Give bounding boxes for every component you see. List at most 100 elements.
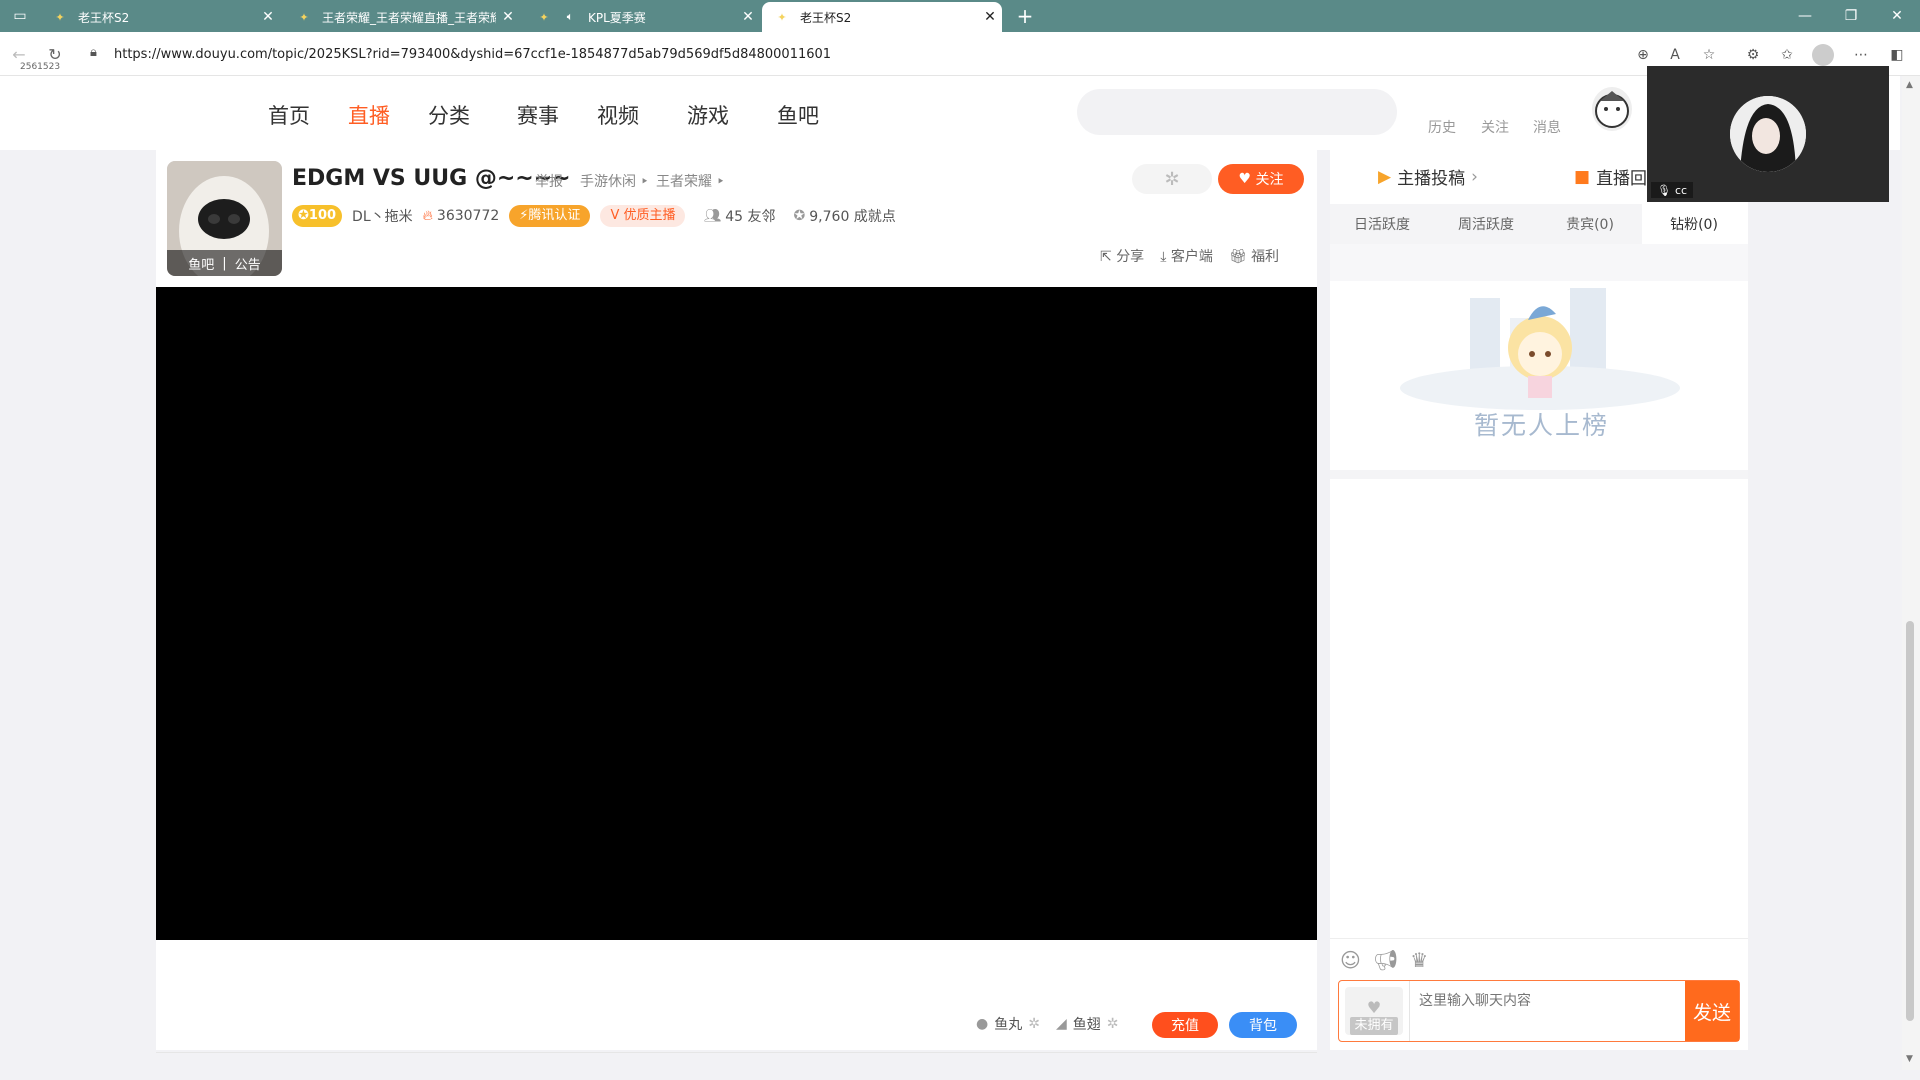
- client-text: 客户端: [1170, 249, 1213, 265]
- chat-input[interactable]: [1419, 989, 1679, 1013]
- close-tab-icon[interactable]: ✕: [736, 9, 760, 25]
- emoji-icon[interactable]: ☺: [1340, 948, 1361, 972]
- category-link-1[interactable]: 手游休闲 ‣: [580, 171, 649, 191]
- quality-badge[interactable]: V 优质主播: [600, 205, 686, 227]
- close-window-icon[interactable]: ✕: [1874, 0, 1920, 32]
- message-link[interactable]: 消息: [1533, 117, 1561, 137]
- follow-button[interactable]: ♥ 关注: [1218, 164, 1304, 194]
- share-button[interactable]: ⇱ 分享: [1100, 246, 1144, 266]
- fishball-label[interactable]: 鱼丸: [994, 1014, 1022, 1034]
- level-badge: ✪100: [292, 205, 343, 227]
- douyu-favicon-icon: ✦: [55, 10, 65, 24]
- minimize-icon[interactable]: —: [1782, 0, 1828, 32]
- tab-daily-activity[interactable]: 日活跃度: [1330, 204, 1434, 244]
- anchor-posts-tab[interactable]: ▶ 主播投稿 ›: [1378, 164, 1478, 190]
- nav-category[interactable]: 分类: [428, 100, 470, 130]
- nav-events[interactable]: 赛事: [517, 100, 559, 130]
- fire-icon: 🔥︎: [422, 208, 433, 224]
- extension-icon[interactable]: ⚙: [1742, 44, 1764, 66]
- send-button[interactable]: 发送: [1685, 981, 1739, 1041]
- replay-tab[interactable]: ■ 直播回: [1574, 164, 1648, 190]
- close-tab-icon[interactable]: ✕: [978, 9, 1002, 25]
- report-link[interactable]: 举报: [535, 171, 563, 191]
- close-tab-icon[interactable]: ✕: [496, 9, 520, 25]
- tab-weekly-activity[interactable]: 周活跃度: [1434, 204, 1538, 244]
- search-input[interactable]: [1077, 89, 1397, 135]
- anchor-posts-text: 主播投稿: [1397, 169, 1466, 189]
- browser-tab-4-active[interactable]: ✦ 老王杯S2 ✕: [762, 2, 1002, 32]
- settings-gear-icon[interactable]: ✲: [1132, 164, 1212, 194]
- history-link[interactable]: 历史: [1428, 117, 1456, 137]
- nav-game[interactable]: 游戏: [687, 100, 729, 130]
- browser-tab-3[interactable]: ✦ 🔈︎ KPL夏季赛 ✕: [524, 2, 760, 32]
- mic-off-icon: 🎙︎: [1657, 183, 1671, 197]
- empty-rank-text: 暂无人上榜: [1474, 411, 1610, 440]
- tab-vip[interactable]: 贵宾(0): [1538, 204, 1642, 244]
- page-scrollbar[interactable]: ▲ ▼: [1902, 76, 1920, 1070]
- address-bar: ← ↻ 2561523 🔒︎ https://www.douyu.com/top…: [0, 32, 1920, 76]
- scrollbar-thumb[interactable]: [1906, 621, 1914, 1021]
- scroll-down-icon[interactable]: ▼: [1906, 1054, 1913, 1064]
- nav-video[interactable]: 视频: [597, 100, 639, 130]
- side-panel: ▶ 主播投稿 › ■ 直播回 日活跃度 周活跃度 贵宾(0) 钻粉(0) 暂无人…: [1330, 150, 1748, 1050]
- player-bottom-bar: ● 鱼丸 ✲ ◢ 鱼翅 ✲: [976, 1014, 1118, 1034]
- heat-value: 3630772: [436, 208, 500, 224]
- scroll-up-icon[interactable]: ▲: [1906, 80, 1913, 90]
- follow-link[interactable]: 关注: [1481, 117, 1509, 137]
- welfare-button[interactable]: 🎁︎ 福利: [1229, 246, 1279, 266]
- read-aloud-icon[interactable]: A: [1664, 44, 1686, 66]
- tab-actions-icon[interactable]: ▭: [0, 0, 40, 32]
- play-square-icon: ▶: [1378, 166, 1392, 187]
- nav-live[interactable]: 直播: [348, 100, 390, 130]
- follow-text: 关注: [1255, 172, 1284, 188]
- anchor-name[interactable]: DL丶拖米: [352, 206, 413, 226]
- favorites-icon[interactable]: ✩: [1776, 44, 1798, 66]
- new-tab-button[interactable]: +: [1008, 0, 1042, 32]
- badge-icon[interactable]: ♛: [1410, 948, 1428, 972]
- divider: [1409, 981, 1410, 1041]
- favorite-star-icon[interactable]: ☆: [1698, 44, 1720, 66]
- cert-badge[interactable]: ⚡腾讯认证: [509, 205, 591, 227]
- friends-icon: 👥︎: [703, 208, 722, 224]
- fan-badge[interactable]: ♥ 未拥有: [1345, 987, 1403, 1035]
- lock-icon[interactable]: 🔒︎: [90, 45, 97, 60]
- achievement-count[interactable]: 9,760 成就点: [809, 206, 896, 226]
- category-link-2[interactable]: 王者荣耀 ‣: [656, 171, 725, 191]
- streamer-avatar[interactable]: 鱼吧 | 公告: [167, 161, 282, 276]
- url-field[interactable]: 🔒︎ https://www.douyu.com/topic/2025KSL?r…: [84, 38, 1784, 70]
- recharge-button[interactable]: 充值: [1152, 1012, 1218, 1038]
- client-button[interactable]: ⤓ 客户端: [1160, 246, 1213, 266]
- url-text: https://www.douyu.com/topic/2025KSL?rid=…: [114, 46, 832, 62]
- heart-icon: ♥: [1366, 998, 1382, 1017]
- fishbar-link[interactable]: 鱼吧: [188, 254, 214, 273]
- more-icon[interactable]: ⋯: [1850, 44, 1872, 66]
- user-avatar[interactable]: [1592, 87, 1632, 131]
- cert-text: 腾讯认证: [528, 208, 581, 223]
- video-player[interactable]: [156, 287, 1317, 940]
- bag-button[interactable]: 背包: [1229, 1012, 1297, 1038]
- speaker-icon[interactable]: 🔈︎: [562, 9, 578, 25]
- camera-overlay[interactable]: 🎙︎ cc: [1647, 66, 1889, 202]
- notice-link[interactable]: 公告: [235, 254, 261, 273]
- replay-text: 直播回: [1596, 169, 1648, 189]
- friends-count[interactable]: 45 友邻: [725, 206, 775, 226]
- browser-tab-2[interactable]: ✦ 王者荣耀_王者荣耀直播_王者荣耀 ✕: [284, 2, 520, 32]
- tab-diamond-fans[interactable]: 钻粉(0): [1642, 204, 1746, 244]
- close-tab-icon[interactable]: ✕: [256, 9, 280, 25]
- zoom-icon[interactable]: ⊕: [1632, 44, 1654, 66]
- category-1-text: 手游休闲: [580, 174, 636, 190]
- profile-icon[interactable]: [1812, 44, 1834, 66]
- fishwing-label[interactable]: 鱼翅: [1073, 1014, 1101, 1034]
- sidebar-icon[interactable]: ◧: [1886, 44, 1908, 66]
- megaphone-icon[interactable]: 📢︎: [1373, 948, 1398, 972]
- nav-home[interactable]: 首页: [268, 100, 310, 130]
- achievement-icon: ✪: [793, 208, 806, 224]
- nav-fishbar[interactable]: 鱼吧: [777, 100, 819, 130]
- tab-title: 老王杯S2: [800, 10, 852, 25]
- chat-divider: [1330, 938, 1748, 939]
- panel-gap: [1330, 470, 1748, 479]
- tab-title: 老王杯S2: [78, 10, 130, 25]
- browser-tab-1[interactable]: ✦ 老王杯S2 ✕: [40, 2, 280, 32]
- restore-icon[interactable]: ❐: [1828, 0, 1874, 32]
- level-text: 100: [308, 208, 337, 223]
